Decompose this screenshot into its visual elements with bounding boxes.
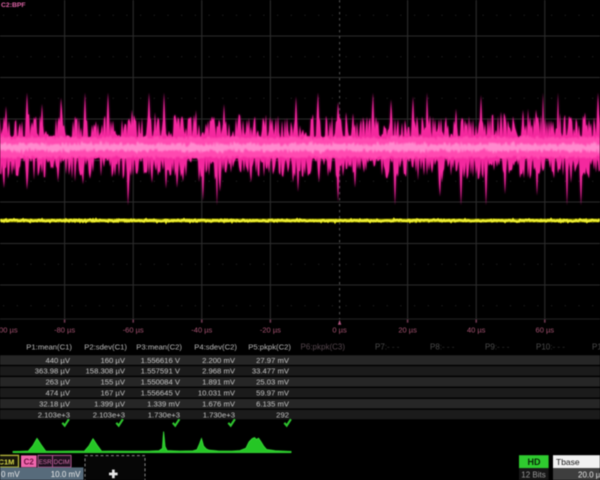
svg-text:P10:- - -: P10:- - - [536, 342, 565, 351]
svg-text:292: 292 [276, 410, 289, 419]
svg-text:P6:pkpk(C3): P6:pkpk(C3) [301, 342, 346, 351]
svg-text:-20 µs: -20 µs [260, 326, 281, 335]
svg-text:-100 µs: -100 µs [0, 326, 18, 335]
svg-text:P1:mean(C1): P1:mean(C1) [26, 342, 72, 351]
svg-text:0 mV: 0 mV [1, 470, 20, 479]
svg-text:Tbase: Tbase [556, 457, 580, 467]
svg-text:155 µV: 155 µV [100, 378, 125, 387]
svg-text:1.730e+3: 1.730e+3 [203, 410, 235, 419]
svg-text:10.031 mV: 10.031 mV [198, 389, 236, 398]
svg-text:2.200 mV: 2.200 mV [202, 356, 236, 365]
svg-text:P8:- - -: P8:- - - [430, 342, 455, 351]
svg-text:25.03 mV: 25.03 mV [256, 378, 290, 387]
svg-text:474 µV: 474 µV [45, 389, 70, 398]
svg-text:2.968 mV: 2.968 mV [202, 367, 236, 376]
svg-text:-40 µs: -40 µs [191, 326, 212, 335]
svg-text:P4:sdev(C2): P4:sdev(C2) [194, 342, 237, 351]
svg-text:1.556616 V: 1.556616 V [141, 356, 181, 365]
svg-text:20.0 µs: 20.0 µs [578, 471, 600, 480]
svg-text:1.399 µV: 1.399 µV [94, 399, 126, 408]
svg-text:1.550084 V: 1.550084 V [141, 378, 181, 387]
svg-text:ESR: ESR [39, 459, 52, 466]
svg-text:DCIM: DCIM [54, 459, 70, 466]
svg-text:158.308 µV: 158.308 µV [86, 367, 126, 376]
svg-text:0 µs: 0 µs [332, 326, 347, 335]
svg-text:1.891 mV: 1.891 mV [202, 378, 236, 387]
svg-text:2.103e+3: 2.103e+3 [38, 410, 70, 419]
svg-text:32.18 µV: 32.18 µV [39, 399, 71, 408]
svg-text:167 µV: 167 µV [100, 389, 125, 398]
svg-text:1.556645 V: 1.556645 V [141, 389, 181, 398]
svg-text:1.676 mV: 1.676 mV [202, 399, 236, 408]
svg-text:40 µs: 40 µs [467, 326, 486, 335]
svg-text:HD: HD [528, 457, 541, 467]
svg-text:P1:- - -: P1:- - - [592, 342, 600, 351]
svg-text:-60 µs: -60 µs [123, 326, 144, 335]
svg-text:10.0 mV: 10.0 mV [51, 470, 81, 479]
svg-text:33.477 mV: 33.477 mV [252, 367, 290, 376]
svg-text:C2:BPF: C2:BPF [1, 2, 26, 9]
svg-text:C1M: C1M [0, 457, 14, 466]
svg-text:60 µs: 60 µs [536, 326, 555, 335]
svg-text:12 Bits: 12 Bits [521, 471, 545, 480]
svg-text:2.103e+3: 2.103e+3 [93, 410, 125, 419]
svg-text:1.339 mV: 1.339 mV [147, 399, 181, 408]
svg-text:1.557591 V: 1.557591 V [141, 367, 181, 376]
svg-text:27.97 mV: 27.97 mV [256, 356, 290, 365]
svg-text:P9:- - -: P9:- - - [485, 342, 510, 351]
svg-text:1.730e+3: 1.730e+3 [148, 410, 180, 419]
svg-text:263 µV: 263 µV [45, 378, 70, 387]
svg-text:363.98 µV: 363.98 µV [35, 367, 71, 376]
svg-text:P7:- - -: P7:- - - [375, 342, 400, 351]
svg-text:-80 µs: -80 µs [54, 326, 75, 335]
svg-text:20 µs: 20 µs [398, 326, 417, 335]
svg-text:6.135 mV: 6.135 mV [256, 399, 290, 408]
svg-text:P2:sdev(C1): P2:sdev(C1) [84, 342, 127, 351]
svg-text:C2: C2 [24, 458, 35, 467]
svg-text:P5:pkpk(C2): P5:pkpk(C2) [248, 342, 291, 351]
svg-text:P3:mean(C2): P3:mean(C2) [136, 342, 182, 351]
svg-text:59.97 mV: 59.97 mV [256, 389, 290, 398]
svg-text:160 µV: 160 µV [100, 356, 125, 365]
svg-text:440 µV: 440 µV [45, 356, 70, 365]
